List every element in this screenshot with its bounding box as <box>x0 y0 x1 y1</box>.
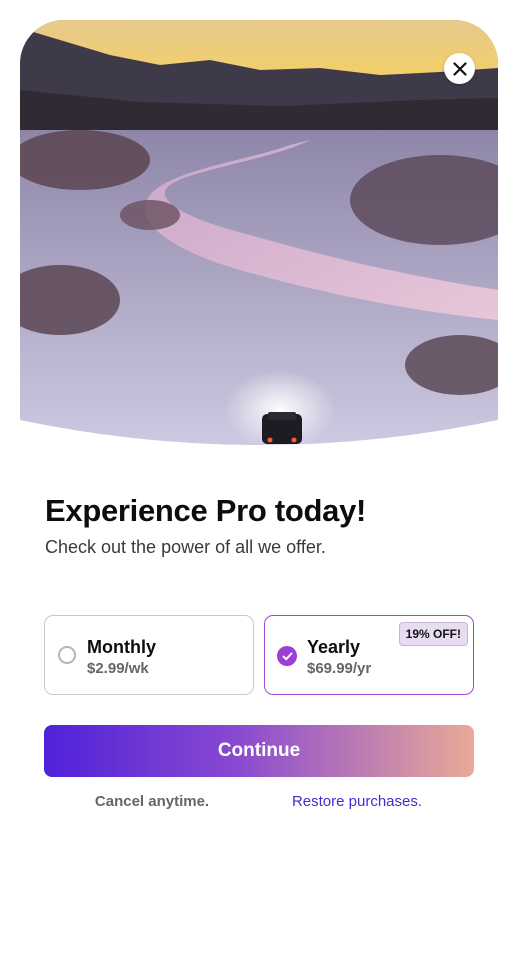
plan-yearly-option[interactable]: Yearly $69.99/yr 19% OFF! <box>264 615 474 695</box>
page-title: Experience Pro today! <box>45 493 367 528</box>
plan-name: Yearly <box>307 637 361 657</box>
hero-image <box>20 20 498 454</box>
restore-purchases-link[interactable]: Restore purchases. <box>250 793 464 810</box>
radio-checked-icon <box>277 646 297 666</box>
radio-unchecked-icon <box>58 646 76 664</box>
cancel-anytime-text: Cancel anytime. <box>94 793 210 810</box>
plan-price: $2.99/wk <box>87 660 149 677</box>
continue-button[interactable]: Continue <box>44 725 474 777</box>
close-icon <box>452 61 467 76</box>
plan-name: Monthly <box>87 637 156 657</box>
page-subtitle: Check out the power of all we offer. <box>45 537 326 557</box>
plan-monthly-option[interactable]: Monthly $2.99/wk <box>44 615 254 695</box>
plan-price: $69.99/yr <box>307 660 372 677</box>
close-button[interactable] <box>444 53 475 84</box>
discount-badge: 19% OFF! <box>398 622 468 646</box>
